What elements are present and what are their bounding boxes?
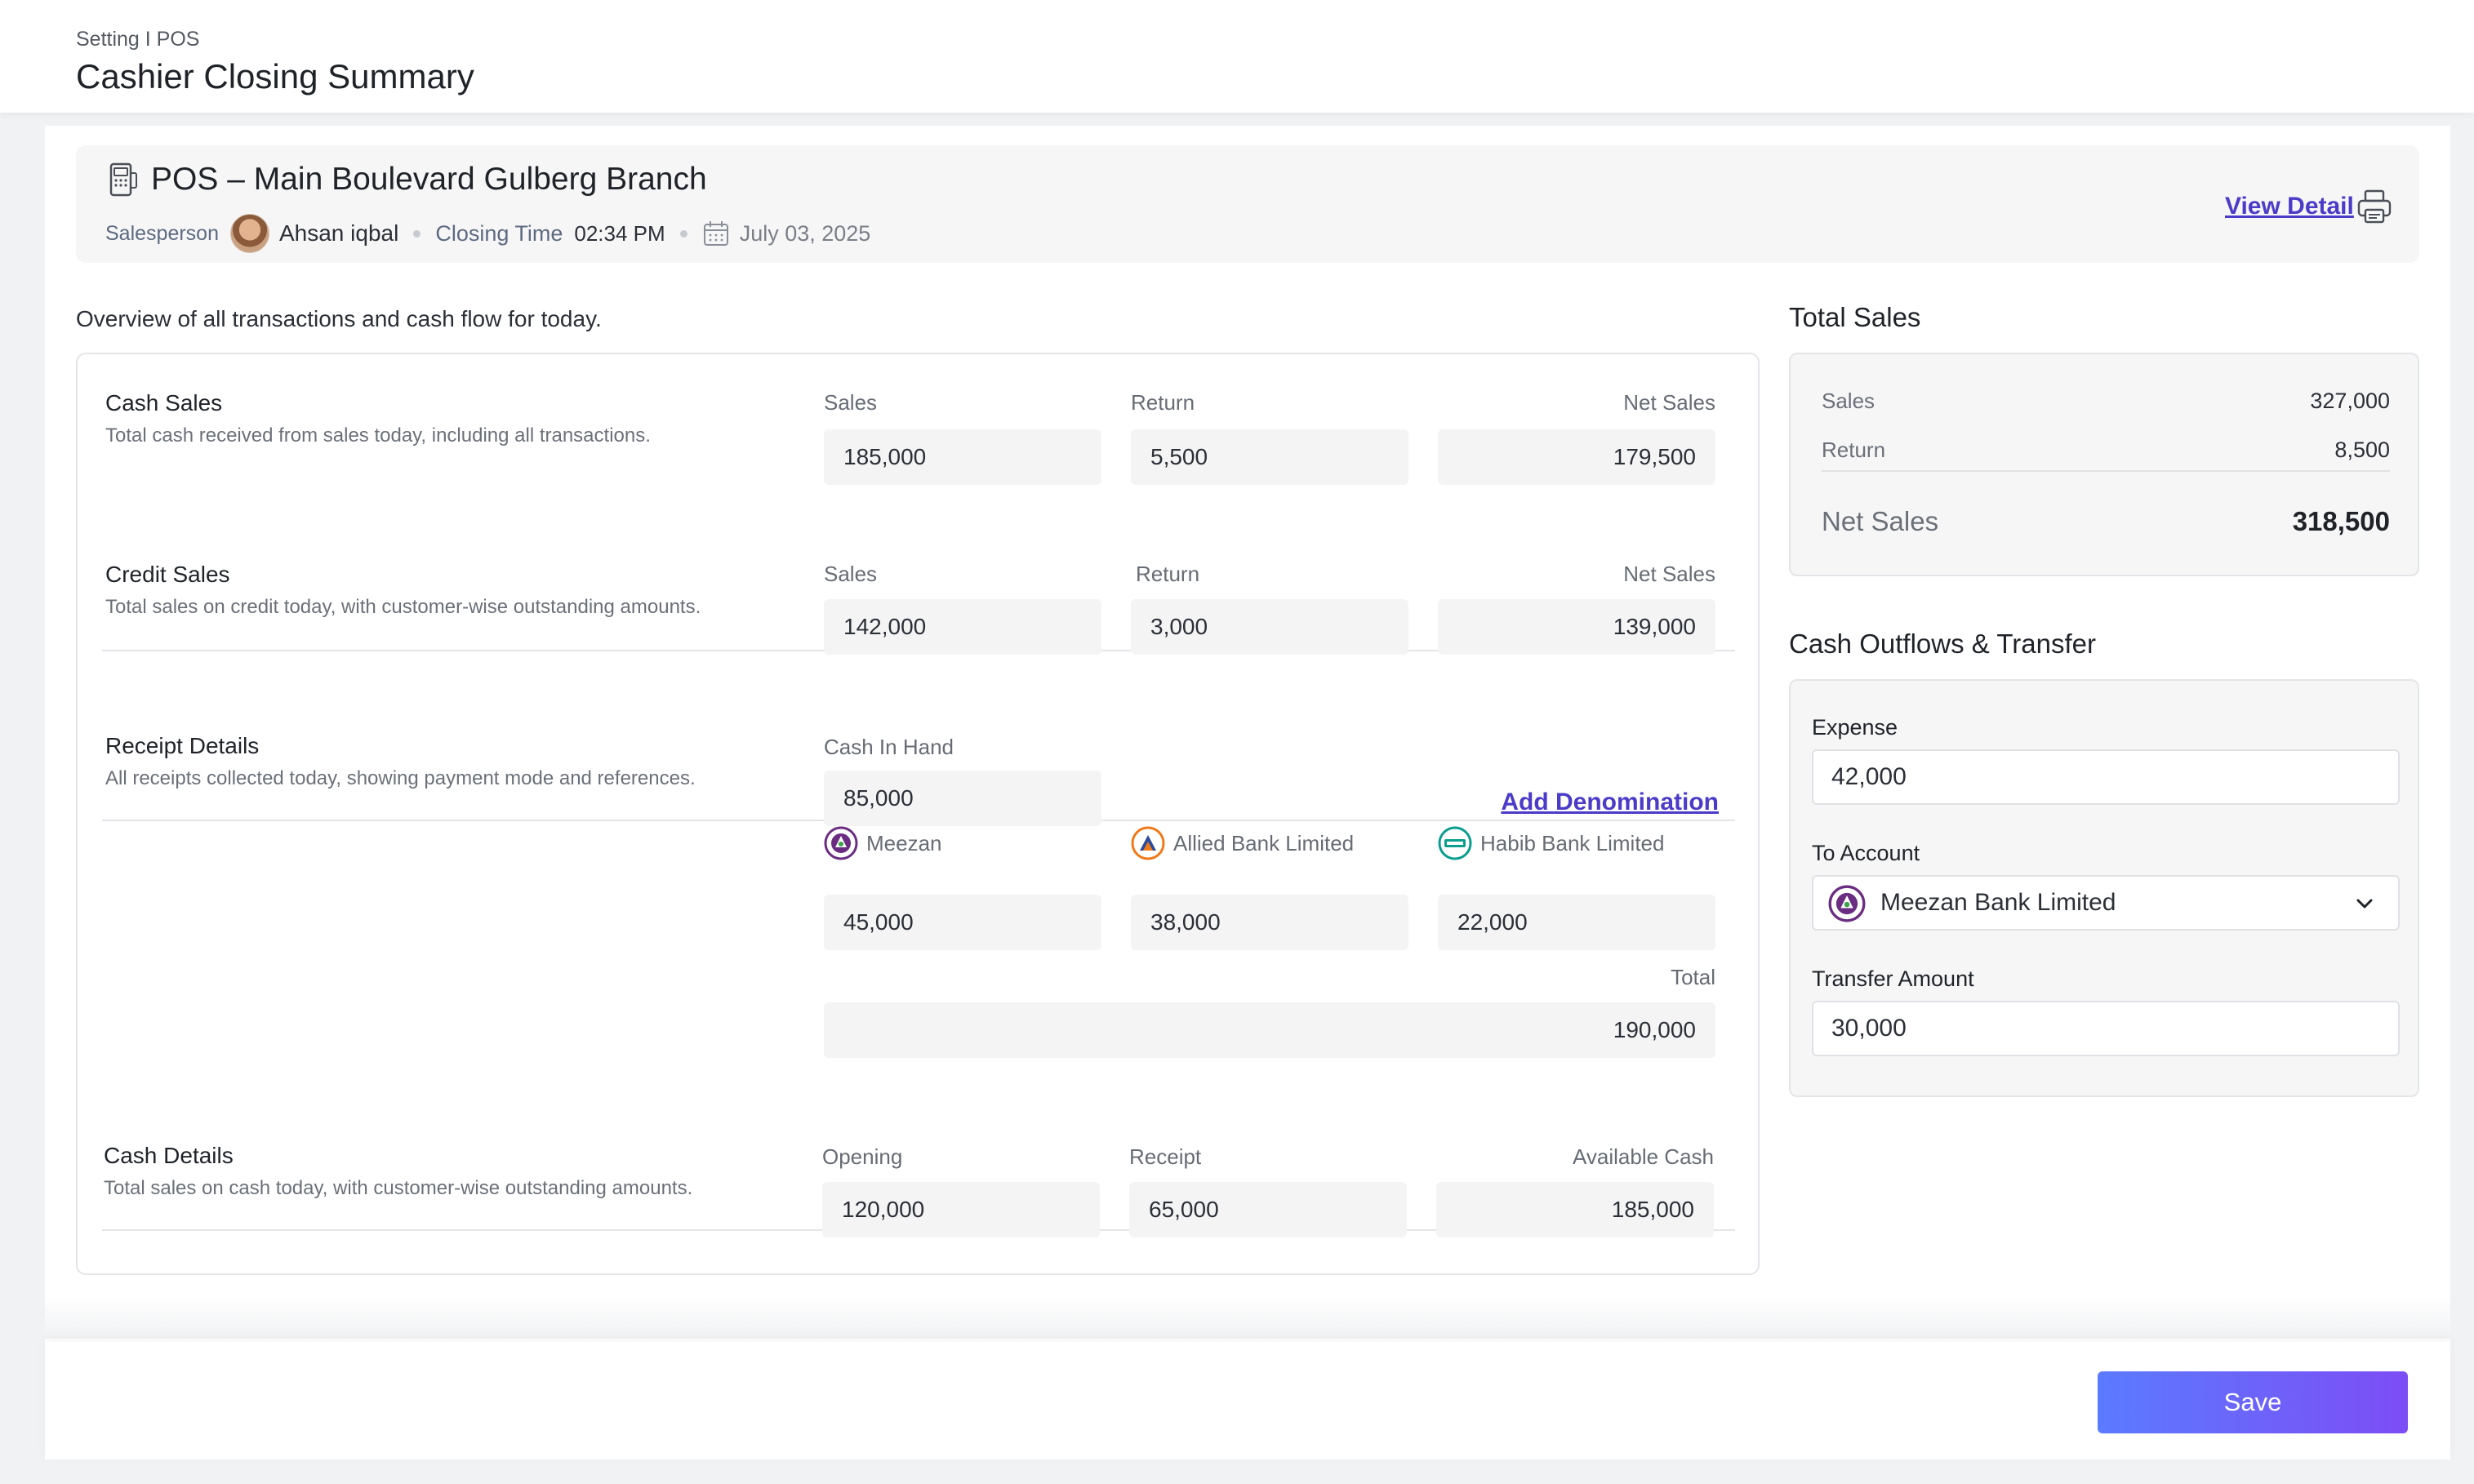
separator-dot (679, 229, 687, 238)
return-label: Return (1136, 562, 1200, 586)
avatar (229, 214, 269, 253)
section-title: Receipt Details (105, 733, 260, 758)
sales-label: Sales (824, 390, 878, 415)
total-return-row: Return 8,500 (1822, 438, 2390, 463)
bank-label-allied: Allied Bank Limited (1131, 826, 1354, 860)
transfer-amount-label: Transfer Amount (1812, 966, 1974, 991)
to-account-label: To Account (1812, 841, 1920, 865)
separator-dot (413, 229, 421, 238)
salesperson-name: Ahsan iqbal (278, 220, 399, 246)
section-title: Cash Details (104, 1143, 234, 1168)
cash-sales-field[interactable]: 185,000 (824, 429, 1101, 485)
section-desc: Total cash received from sales today, in… (105, 424, 651, 447)
pos-info-card: POS – Main Boulevard Gulberg Branch Sale… (76, 145, 2419, 263)
section-desc: All receipts collected today, showing pa… (105, 767, 696, 789)
bank-name: Habib Bank Limited (1480, 830, 1665, 855)
breadcrumb[interactable]: Setting I POS (76, 28, 199, 51)
printer-icon[interactable] (2356, 188, 2393, 225)
page-title: Cashier Closing Summary (76, 57, 474, 96)
opening-label: Opening (822, 1144, 903, 1169)
cash-outflows-title: Cash Outflows & Transfer (1789, 629, 2096, 659)
total-label: Total (1671, 965, 1715, 989)
expense-label: Expense (1812, 715, 1898, 740)
closing-date: July 03, 2025 (739, 220, 871, 246)
opening-field[interactable]: 120,000 (822, 1182, 1100, 1237)
salesperson-label: Salesperson (105, 221, 219, 245)
footer-bar: Save (45, 1342, 2450, 1460)
pos-title: POS – Main Boulevard Gulberg Branch (151, 162, 707, 197)
allied-amount-field[interactable]: 38,000 (1131, 895, 1408, 950)
footer-shadow (45, 1298, 2450, 1339)
cash-outflows-card: Expense 42,000 To Account Meezan Bank Li… (1789, 679, 2419, 1097)
pos-terminal-icon (109, 162, 137, 197)
bank-label-habib: Habib Bank Limited (1438, 826, 1664, 860)
habib-bank-logo-icon (1438, 826, 1472, 860)
sales-label: Sales (824, 562, 878, 586)
closing-time: 02:34 PM (574, 220, 665, 246)
sales-value: 327,000 (2310, 389, 2390, 413)
habib-amount-field[interactable]: 22,000 (1438, 895, 1715, 950)
cash-in-hand-label: Cash In Hand (824, 735, 954, 759)
net-sales-row: Net Sales 318,500 (1822, 506, 2390, 537)
net-sales-label: Net Sales (1623, 562, 1715, 586)
meezan-logo-icon (824, 826, 858, 860)
total-sales-card: Sales 327,000 Return 8,500 Net Sales 318… (1789, 353, 2419, 576)
meezan-logo-icon (1828, 885, 1866, 922)
section-title: Credit Sales (105, 562, 230, 587)
available-cash-label: Available Cash (1573, 1144, 1714, 1169)
page-header: Setting I POS Cashier Closing Summary (0, 0, 2474, 113)
cash-net-field[interactable]: 179,500 (1438, 429, 1715, 485)
cash-return-field[interactable]: 5,500 (1131, 429, 1408, 485)
chevron-down-icon[interactable] (2352, 891, 2377, 916)
allied-bank-logo-icon (1131, 826, 1165, 860)
bank-label-meezan: Meezan (824, 826, 942, 860)
receipt-total-field[interactable]: 190,000 (824, 1002, 1715, 1058)
receipt-field[interactable]: 65,000 (1129, 1182, 1407, 1237)
transfer-amount-input[interactable]: 30,000 (1812, 1001, 2400, 1056)
to-account-select[interactable]: Meezan Bank Limited (1812, 875, 2400, 931)
sales-label: Sales (1822, 389, 1876, 413)
total-sales-title: Total Sales (1789, 302, 1921, 332)
cash-details-block: Cash Details Total sales on cash today, … (76, 1107, 1760, 1270)
net-sales-label: Net Sales (1623, 390, 1715, 415)
net-sales-value: 318,500 (2292, 506, 2390, 536)
bank-name: Meezan (866, 830, 942, 855)
available-cash-field[interactable]: 185,000 (1436, 1182, 1714, 1237)
expense-input[interactable]: 42,000 (1812, 749, 2400, 805)
cash-in-hand-field[interactable]: 85,000 (824, 771, 1101, 826)
save-button[interactable]: Save (2098, 1371, 2408, 1433)
return-value: 8,500 (2334, 438, 2390, 462)
divider (1822, 470, 2390, 472)
calendar-icon (703, 221, 728, 246)
credit-sales-field[interactable]: 142,000 (824, 599, 1101, 655)
section-desc: Total sales on credit today, with custom… (105, 596, 701, 618)
net-sales-label: Net Sales (1822, 506, 1939, 536)
receipt-label: Receipt (1129, 1144, 1202, 1169)
credit-net-field[interactable]: 139,000 (1438, 599, 1715, 655)
closing-time-label: Closing Time (435, 220, 563, 246)
section-desc: Total sales on cash today, with customer… (104, 1177, 693, 1199)
selected-account: Meezan Bank Limited (1880, 889, 2116, 916)
return-label: Return (1131, 390, 1195, 415)
pos-meta: Salesperson Ahsan iqbal Closing Time 02:… (105, 212, 870, 255)
meezan-amount-field[interactable]: 45,000 (824, 895, 1101, 950)
return-label: Return (1822, 438, 1886, 462)
view-detail-link[interactable]: View Detail (2225, 193, 2354, 220)
credit-return-field[interactable]: 3,000 (1131, 599, 1408, 655)
section-title: Cash Sales (105, 390, 223, 415)
overview-text: Overview of all transactions and cash fl… (76, 306, 602, 331)
add-denomination-link[interactable]: Add Denomination (1498, 789, 1719, 816)
bank-name: Allied Bank Limited (1173, 830, 1355, 855)
total-sales-row: Sales 327,000 (1822, 389, 2390, 414)
